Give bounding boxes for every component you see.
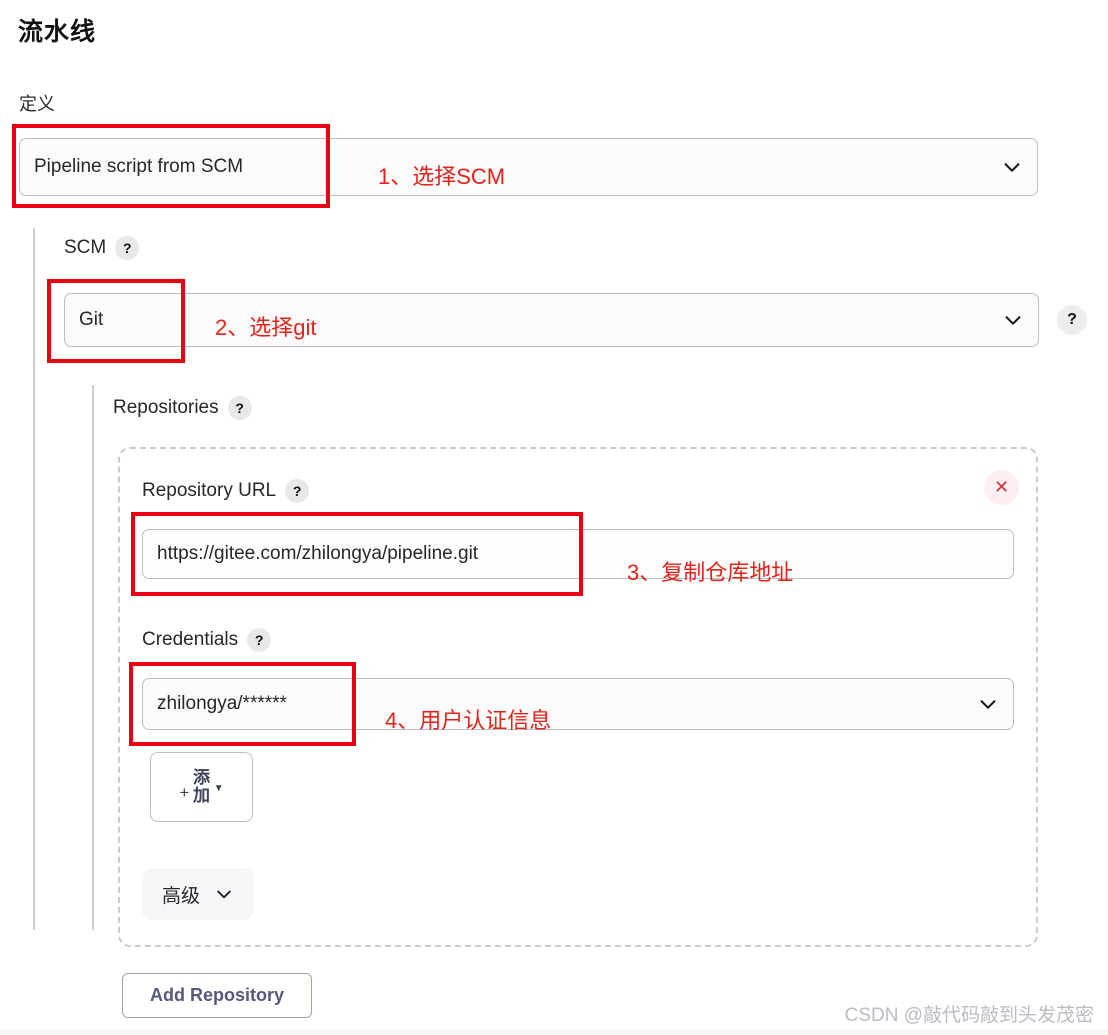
repositories-section-guide-line — [92, 385, 94, 930]
advanced-button-label: 高级 — [162, 885, 201, 907]
add-credential-button[interactable]: + 添加 ▼ — [150, 752, 253, 822]
scm-help-button[interactable]: ? — [1057, 305, 1087, 335]
add-repository-button[interactable]: Add Repository — [122, 973, 312, 1018]
plus-icon: + — [179, 782, 190, 802]
repository-url-value: https://gitee.com/zhilongya/pipeline.git — [157, 543, 479, 564]
chevron-down-icon — [214, 884, 234, 904]
definition-label: 定义 — [19, 94, 55, 114]
definition-select[interactable]: Pipeline script from SCM — [19, 138, 1038, 196]
add-credential-label: 添加 — [193, 768, 210, 805]
repositories-label-text: Repositories — [113, 397, 219, 418]
close-icon: ✕ — [993, 477, 1010, 497]
question-mark-icon[interactable]: ? — [247, 628, 272, 652]
scm-select-value: Git — [79, 309, 104, 330]
credentials-select[interactable]: zhilongya/****** — [142, 678, 1014, 730]
annotation-text-1: 1、选择SCM — [378, 164, 506, 189]
csdn-watermark: CSDN @敲代码敲到头发茂密 — [844, 1005, 1094, 1026]
repository-url-label: Repository URL ? — [142, 479, 310, 503]
credentials-select-value: zhilongya/****** — [157, 693, 287, 714]
caret-down-icon[interactable]: ▼ — [214, 781, 224, 794]
question-mark-icon[interactable]: ? — [227, 396, 252, 420]
scm-select[interactable]: Git — [64, 293, 1039, 347]
scm-section-guide-line — [33, 228, 35, 930]
question-mark-icon[interactable]: ? — [115, 236, 140, 260]
scm-label-text: SCM — [64, 237, 107, 258]
annotation-text-3: 3、复制仓库地址 — [627, 560, 794, 585]
remove-repository-button[interactable]: ✕ — [984, 470, 1019, 505]
page-title: 流水线 — [18, 18, 97, 46]
bottom-divider — [0, 1029, 1108, 1035]
credentials-label-text: Credentials — [142, 629, 239, 650]
advanced-button[interactable]: 高级 — [142, 868, 255, 920]
chevron-down-icon — [977, 693, 999, 715]
repository-url-label-text: Repository URL — [142, 480, 277, 501]
scm-label: SCM ? — [64, 236, 140, 260]
annotation-text-4: 4、用户认证信息 — [385, 708, 552, 733]
chevron-down-icon — [1002, 309, 1024, 331]
credentials-label: Credentials ? — [142, 628, 272, 652]
repository-url-input[interactable]: https://gitee.com/zhilongya/pipeline.git — [142, 529, 1014, 579]
annotation-text-2: 2、选择git — [215, 315, 317, 340]
definition-select-value: Pipeline script from SCM — [34, 156, 244, 177]
question-mark-icon[interactable]: ? — [285, 479, 310, 503]
chevron-down-icon — [1001, 156, 1023, 178]
repositories-label: Repositories ? — [113, 396, 252, 420]
